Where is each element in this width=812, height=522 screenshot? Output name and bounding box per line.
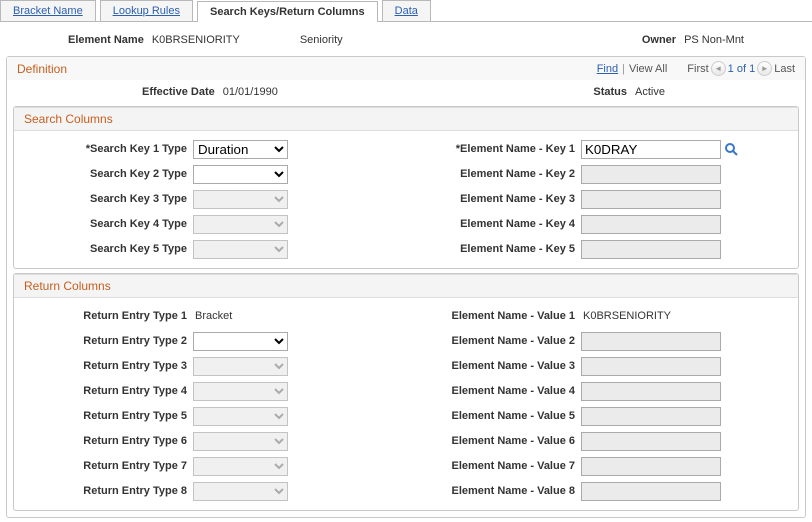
return-value-8-name-label: Element Name - Value 8 — [406, 485, 581, 497]
search-columns-section: Search Columns *Search Key 1 TypeDuratio… — [13, 106, 799, 269]
return-entry-2-type-select[interactable] — [193, 332, 288, 351]
return-value-1-name-label: Element Name - Value 1 — [406, 310, 581, 322]
return-value-5-name-label: Element Name - Value 5 — [406, 410, 581, 422]
return-entry-1-type-value: Bracket — [193, 310, 232, 322]
search-key-5-name-label: Element Name - Key 5 — [406, 243, 581, 255]
owner-value: PS Non-Mnt — [684, 34, 744, 46]
return-value-7-name-label: Element Name - Value 7 — [406, 460, 581, 472]
return-entry-5-type-select — [193, 407, 288, 426]
find-link[interactable]: Find — [597, 63, 618, 75]
definition-section: Definition Find | View All First ◄ 1 of … — [6, 56, 806, 518]
return-value-1-name-value: K0BRSENIORITY — [581, 310, 671, 322]
eff-status-row: Effective Date 01/01/1990 Status Active — [7, 80, 805, 104]
return-value-5-name-input — [581, 407, 721, 426]
return-entry-1-type-label: Return Entry Type 1 — [18, 310, 193, 322]
return-value-7-name-input — [581, 457, 721, 476]
search-key-3-type-label: Search Key 3 Type — [18, 193, 193, 205]
search-key-5-type-select — [193, 240, 288, 259]
return-value-4-name-label: Element Name - Value 4 — [406, 385, 581, 397]
return-entry-6-type-label: Return Entry Type 6 — [18, 435, 193, 447]
element-name-value: K0BRSENIORITY — [152, 34, 240, 46]
return-entry-6-type-select — [193, 432, 288, 451]
return-entry-2-type-label: Return Entry Type 2 — [18, 335, 193, 347]
search-columns-title: Search Columns — [14, 107, 798, 131]
return-columns-section: Return Columns Return Entry Type 1Bracke… — [13, 273, 799, 511]
return-entry-8-type-label: Return Entry Type 8 — [18, 485, 193, 497]
return-entry-7-type-select — [193, 457, 288, 476]
return-entry-4-type-label: Return Entry Type 4 — [18, 385, 193, 397]
return-value-6-name-input — [581, 432, 721, 451]
tab-lookup-rules[interactable]: Lookup Rules — [100, 0, 193, 21]
tab-data[interactable]: Data — [382, 0, 431, 21]
element-name-label: Element Name — [68, 34, 144, 46]
return-value-2-name-label: Element Name - Value 2 — [406, 335, 581, 347]
return-entry-3-type-label: Return Entry Type 3 — [18, 360, 193, 372]
search-key-2-type-select[interactable] — [193, 165, 288, 184]
separator: | — [622, 63, 625, 75]
status-value: Active — [635, 86, 665, 98]
tab-search-keys-return-columns[interactable]: Search Keys/Return Columns — [197, 1, 378, 22]
return-columns-title: Return Columns — [14, 274, 798, 298]
return-entry-5-type-label: Return Entry Type 5 — [18, 410, 193, 422]
search-key-1-type-select[interactable]: Duration — [193, 140, 288, 159]
prev-icon[interactable]: ◄ — [711, 61, 726, 76]
search-left-col: *Search Key 1 TypeDurationSearch Key 2 T… — [18, 137, 406, 262]
return-value-2-name-input — [581, 332, 721, 351]
search-key-3-type-select — [193, 190, 288, 209]
owner-label: Owner — [642, 34, 676, 46]
search-key-4-type-label: Search Key 4 Type — [18, 218, 193, 230]
definition-bar: Definition Find | View All First ◄ 1 of … — [7, 57, 805, 80]
return-entry-3-type-select — [193, 357, 288, 376]
search-right-col: *Element Name - Key 1 Element Name - Key … — [406, 137, 794, 262]
last-link[interactable]: Last — [774, 63, 795, 75]
first-link[interactable]: First — [687, 63, 708, 75]
view-all-link[interactable]: View All — [629, 63, 667, 75]
element-desc: Seniority — [300, 34, 343, 46]
search-key-4-name-input — [581, 215, 721, 234]
return-entry-7-type-label: Return Entry Type 7 — [18, 460, 193, 472]
tab-bar: Bracket NameLookup RulesSearch Keys/Retu… — [0, 0, 812, 22]
return-value-6-name-label: Element Name - Value 6 — [406, 435, 581, 447]
return-value-3-name-label: Element Name - Value 3 — [406, 360, 581, 372]
search-key-4-name-label: Element Name - Key 4 — [406, 218, 581, 230]
search-key-2-name-input — [581, 165, 721, 184]
definition-title: Definition — [17, 62, 597, 76]
search-key-1-name-input[interactable] — [581, 140, 721, 159]
tab-bracket-name[interactable]: Bracket Name — [0, 0, 96, 21]
search-key-1-type-label: *Search Key 1 Type — [18, 143, 193, 155]
pager: First ◄ 1 of 1 ► Last — [687, 61, 795, 76]
search-key-1-name-lookup-icon[interactable] — [723, 141, 739, 157]
search-key-4-type-select — [193, 215, 288, 234]
search-key-2-type-label: Search Key 2 Type — [18, 168, 193, 180]
eff-date-label: Effective Date — [142, 86, 215, 98]
next-icon[interactable]: ► — [757, 61, 772, 76]
return-right-col: Element Name - Value 1K0BRSENIORITY Eleme… — [406, 304, 794, 504]
search-key-1-name-label: *Element Name - Key 1 — [406, 143, 581, 155]
return-entry-8-type-select — [193, 482, 288, 501]
eff-date-value: 01/01/1990 — [223, 86, 278, 98]
search-key-3-name-label: Element Name - Key 3 — [406, 193, 581, 205]
search-key-3-name-input — [581, 190, 721, 209]
status-label: Status — [593, 86, 627, 98]
pager-pos: 1 of 1 — [728, 63, 756, 75]
search-key-2-name-label: Element Name - Key 2 — [406, 168, 581, 180]
return-value-8-name-input — [581, 482, 721, 501]
return-entry-4-type-select — [193, 382, 288, 401]
return-value-4-name-input — [581, 382, 721, 401]
search-key-5-name-input — [581, 240, 721, 259]
element-header: Element Name K0BRSENIORITY Seniority Own… — [0, 28, 812, 52]
return-left-col: Return Entry Type 1Bracket Return Entry T… — [18, 304, 406, 504]
search-key-5-type-label: Search Key 5 Type — [18, 243, 193, 255]
return-value-3-name-input — [581, 357, 721, 376]
